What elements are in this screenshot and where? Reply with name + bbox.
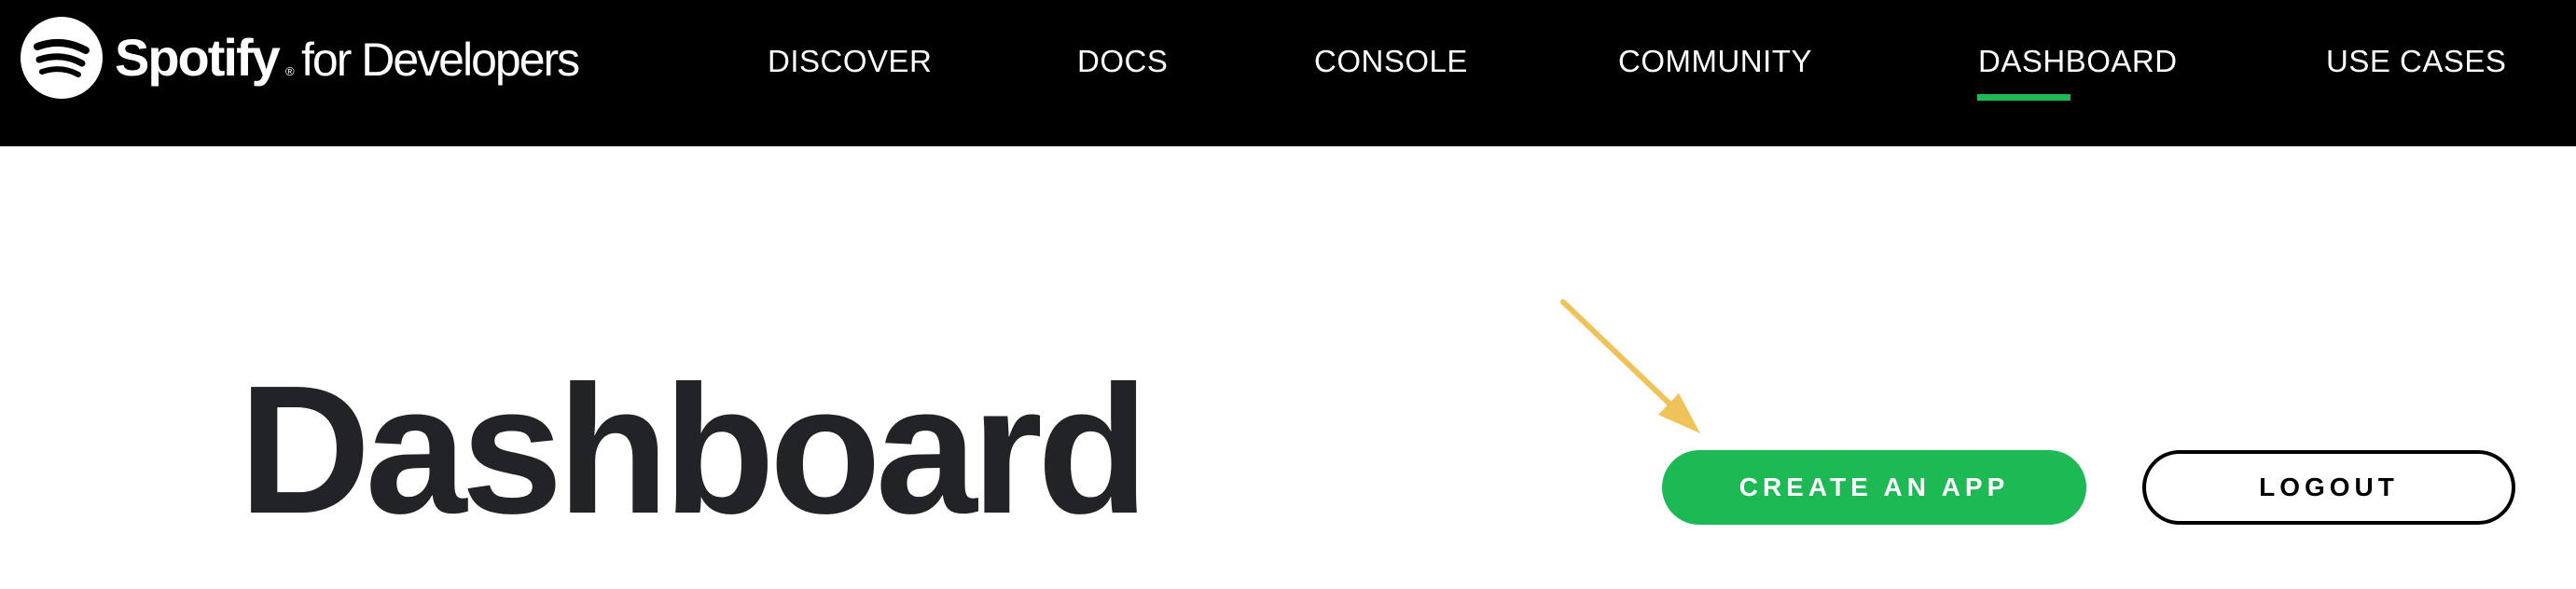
logo-brand-text: Spotify	[115, 28, 281, 87]
nav-item-dashboard[interactable]: DASHBOARD	[1978, 41, 2178, 82]
create-app-button[interactable]: CREATE AN APP	[1662, 450, 2086, 525]
nav-item-community[interactable]: COMMUNITY	[1618, 41, 1812, 82]
arrow-pointer-icon	[1560, 299, 1700, 433]
active-nav-indicator	[1977, 94, 2070, 101]
nav-item-discover[interactable]: DISCOVER	[768, 41, 932, 82]
logout-button[interactable]: LOGOUT	[2142, 450, 2515, 525]
nav-item-console[interactable]: CONSOLE	[1314, 41, 1468, 82]
logo-suffix-text: for Developers	[301, 34, 580, 86]
nav-item-docs[interactable]: DOCS	[1077, 41, 1168, 82]
spotify-for-developers-logo[interactable]: Spotify ® for Developers	[0, 0, 634, 146]
registered-mark: ®	[285, 64, 295, 78]
page-title: Dashboard	[239, 348, 1149, 552]
spotify-logo-icon	[21, 17, 103, 99]
top-navbar: Spotify ® for Developers DISCOVER DOCS C…	[0, 0, 2576, 146]
nav-item-use-cases[interactable]: USE CASES	[2326, 41, 2506, 82]
